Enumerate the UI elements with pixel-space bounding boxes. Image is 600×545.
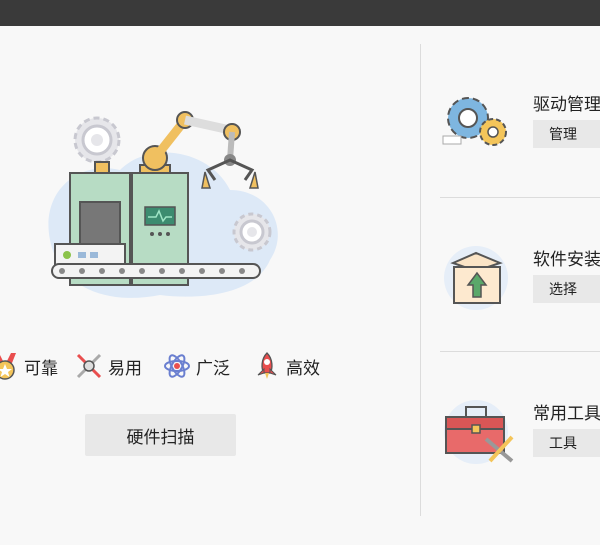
feature-easy: 易用 <box>72 348 142 384</box>
row-separator <box>440 351 600 352</box>
tools-button[interactable]: 工具 <box>533 429 600 457</box>
manage-button[interactable]: 管理 <box>533 120 600 148</box>
title-bar <box>0 0 600 26</box>
tool-name: 常用工具 <box>533 404 600 424</box>
feature-label: 高效 <box>286 358 320 379</box>
atom-icon <box>160 349 194 383</box>
tool-software-install: 软件安装 选择 <box>438 243 600 313</box>
tool-name: 驱动管理 <box>533 95 600 115</box>
feature-broad: 广泛 <box>160 348 230 384</box>
row-separator <box>440 197 600 198</box>
rocket-icon <box>250 349 284 383</box>
feature-label: 广泛 <box>196 358 230 379</box>
feature-efficient: 高效 <box>250 348 320 384</box>
feature-label: 易用 <box>108 358 142 379</box>
box-upload-icon <box>444 246 508 310</box>
tool-common-tools: 常用工具 工具 <box>438 397 600 467</box>
gears-icon <box>442 97 507 146</box>
hardware-scan-button[interactable]: 硬件扫描 <box>85 414 236 456</box>
tool-name: 软件安装 <box>533 250 600 270</box>
feature-label: 可靠 <box>24 358 58 379</box>
tool-driver-management: 驱动管理 管理 <box>438 88 600 158</box>
medal-icon <box>0 349 22 383</box>
vertical-divider <box>420 44 421 516</box>
toolbox-icon <box>444 400 514 464</box>
select-button[interactable]: 选择 <box>533 275 600 303</box>
factory-robot-arm-illustration <box>48 111 278 298</box>
tools-cross-icon <box>72 349 106 383</box>
feature-reliable: 可靠 <box>0 348 58 384</box>
